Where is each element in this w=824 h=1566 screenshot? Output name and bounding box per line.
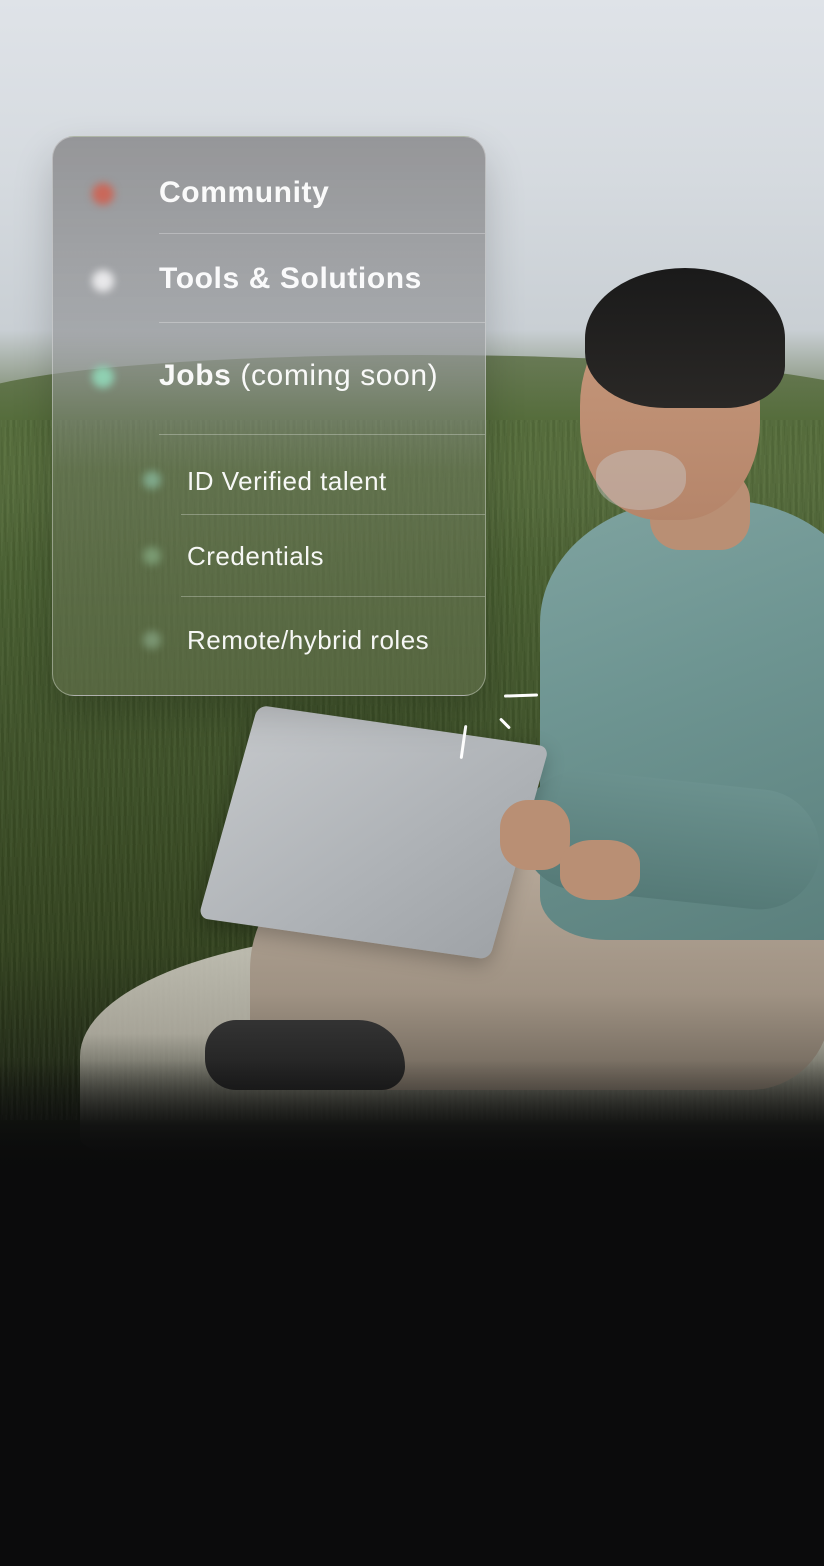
submenu-item-label: ID Verified talent	[187, 466, 387, 496]
bullet-dot-icon	[92, 270, 114, 292]
bullet-dot-icon	[143, 547, 161, 565]
coming-soon-note: (coming soon)	[240, 359, 439, 392]
person-hair	[585, 268, 785, 408]
menu-item-label: Jobs (coming soon)	[159, 359, 438, 393]
bullet-dot-icon	[92, 366, 114, 388]
submenu-item-remote-hybrid-roles[interactable]: Remote/hybrid roles	[53, 597, 485, 695]
menu-item-jobs[interactable]: Jobs (coming soon)	[53, 323, 485, 433]
nav-menu-card: Community Tools & Solutions Jobs (coming…	[52, 136, 486, 696]
submenu-item-label: Credentials	[187, 541, 325, 571]
person-beard	[596, 450, 686, 510]
bullet-dot-icon	[143, 631, 161, 649]
bullet-dot-icon	[143, 471, 161, 489]
menu-item-label: Community	[159, 176, 330, 209]
menu-item-label: Tools & Solutions	[159, 262, 422, 295]
bullet-dot-icon	[92, 183, 114, 205]
person-hand	[560, 840, 640, 900]
jobs-label: Jobs	[159, 359, 232, 392]
laptop	[198, 705, 550, 960]
submenu-item-credentials[interactable]: Credentials	[53, 515, 485, 595]
submenu-item-id-verified-talent[interactable]: ID Verified talent	[53, 435, 485, 513]
dark-fade	[0, 1060, 824, 1200]
submenu-item-label: Remote/hybrid roles	[187, 625, 430, 655]
menu-item-community[interactable]: Community	[53, 137, 485, 233]
menu-item-tools-solutions[interactable]: Tools & Solutions	[53, 234, 485, 322]
